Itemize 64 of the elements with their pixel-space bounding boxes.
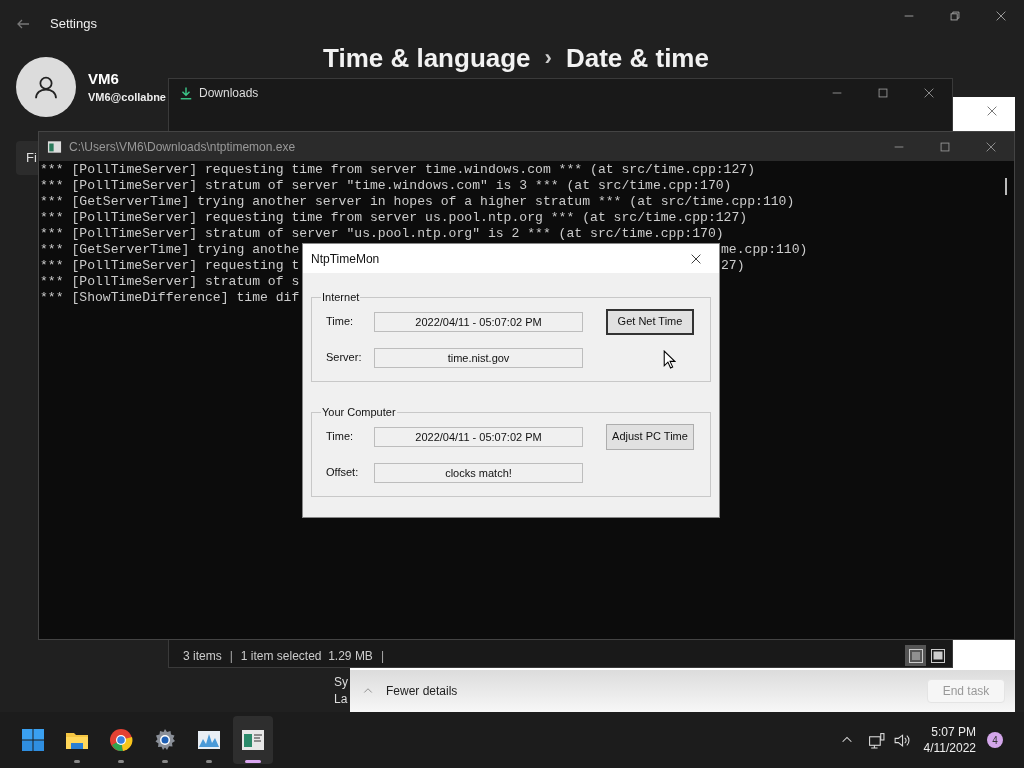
console-line: *** [GetServerTime] trying another server in hopes of a higher stratum *** (at src/time.cpp:110)	[40, 194, 795, 209]
speaker-icon[interactable]	[892, 731, 910, 749]
user-name: VM6	[88, 68, 120, 89]
running-indicator	[74, 760, 80, 763]
text-field[interactable]: 2022/04/11 - 05:07:02 PM	[374, 426, 583, 447]
notification-badge[interactable]: 4	[987, 732, 1003, 748]
gear-icon	[153, 728, 177, 752]
console-line: *** [PollTimeServer] requesting time from server time.windows.com *** (at src/time.cpp:127)	[40, 162, 756, 177]
status-text: 1 item selected 1.29 MB	[240, 647, 373, 665]
group-title: Internet	[321, 290, 361, 305]
clock[interactable]: 5:07 PM 4/11/2022	[923, 724, 976, 756]
running-indicator	[206, 760, 212, 763]
window-title: Settings	[50, 15, 97, 34]
user-email: VM6@collabne	[88, 89, 166, 105]
console-line: *** [GetServerTime] trying anothe	[40, 242, 300, 257]
console-app-icon	[241, 728, 265, 752]
setting-text: La	[334, 691, 348, 708]
field-label: Time:	[325, 429, 355, 445]
console-app-icon	[47, 139, 62, 154]
console-line: me.cpp:110)	[721, 242, 808, 258]
breadcrumb-separator: ›	[544, 44, 552, 72]
status-separator: |	[380, 647, 384, 665]
console-line: *** [PollTimeServer] requesting time from server us.pool.ntp.org *** (at src/time.cpp:127)	[40, 210, 748, 225]
window-title: Downloads	[199, 85, 259, 102]
field-label: Offset:	[325, 465, 360, 481]
close-icon[interactable]	[922, 86, 936, 100]
close-icon[interactable]	[994, 9, 1008, 23]
taskbar-button[interactable]	[233, 716, 273, 764]
console-line: *** [PollTimeServer] stratum of server "us.pool.ntp.org" is 2 *** (at src/time.cpp:170)	[40, 226, 724, 241]
text-field[interactable]: time.nist.gov	[374, 347, 583, 368]
fewer-details-button[interactable]: Fewer details	[362, 682, 458, 700]
details-view-button[interactable]	[905, 645, 926, 666]
network-icon[interactable]	[867, 731, 885, 749]
maximize-icon[interactable]	[876, 86, 890, 100]
text-field[interactable]: 2022/04/11 - 05:07:02 PM	[374, 311, 583, 332]
mouse-cursor-icon	[663, 350, 676, 369]
browser-icon	[109, 728, 133, 752]
dialog-title: NtpTimeMon	[311, 250, 380, 268]
start-icon	[21, 728, 45, 752]
breadcrumb-link[interactable]: Time & language	[323, 42, 531, 74]
setting-text: Sy	[334, 674, 348, 691]
console-line: *** [PollTimeServer] stratum of s	[40, 274, 300, 289]
download-icon	[179, 85, 193, 101]
running-indicator	[245, 760, 261, 763]
running-indicator	[162, 760, 168, 763]
console-line: *** [PollTimeServer] stratum of server "time.windows.com" is 3 *** (at src/time.cpp:170)	[40, 178, 732, 193]
field-label: Server:	[325, 350, 363, 366]
window-title: C:\Users\VM6\Downloads\ntptimemon.exe	[69, 138, 296, 156]
text-field[interactable]: clocks match!	[374, 462, 583, 483]
status-text: 3 items	[183, 647, 222, 665]
group-title: Your Computer	[321, 405, 397, 420]
status-separator: |	[229, 647, 233, 665]
dialog-button[interactable]: Get Net Time	[606, 308, 694, 335]
restore-icon[interactable]	[948, 9, 962, 23]
dialog-button[interactable]: Adjust PC Time	[606, 423, 694, 450]
chart-window-icon	[197, 728, 221, 752]
page-title: Date & time	[565, 42, 709, 74]
running-indicator	[118, 760, 124, 763]
search-field[interactable]: Fi	[16, 141, 38, 175]
field-label: Time:	[325, 314, 355, 330]
console-line: 27)	[721, 258, 745, 274]
console-line: *** [ShowTimeDifference] time dif	[40, 290, 300, 305]
console-line: *** [PollTimeServer] requesting t	[40, 258, 300, 273]
scrollbar-thumb[interactable]	[1005, 178, 1007, 195]
